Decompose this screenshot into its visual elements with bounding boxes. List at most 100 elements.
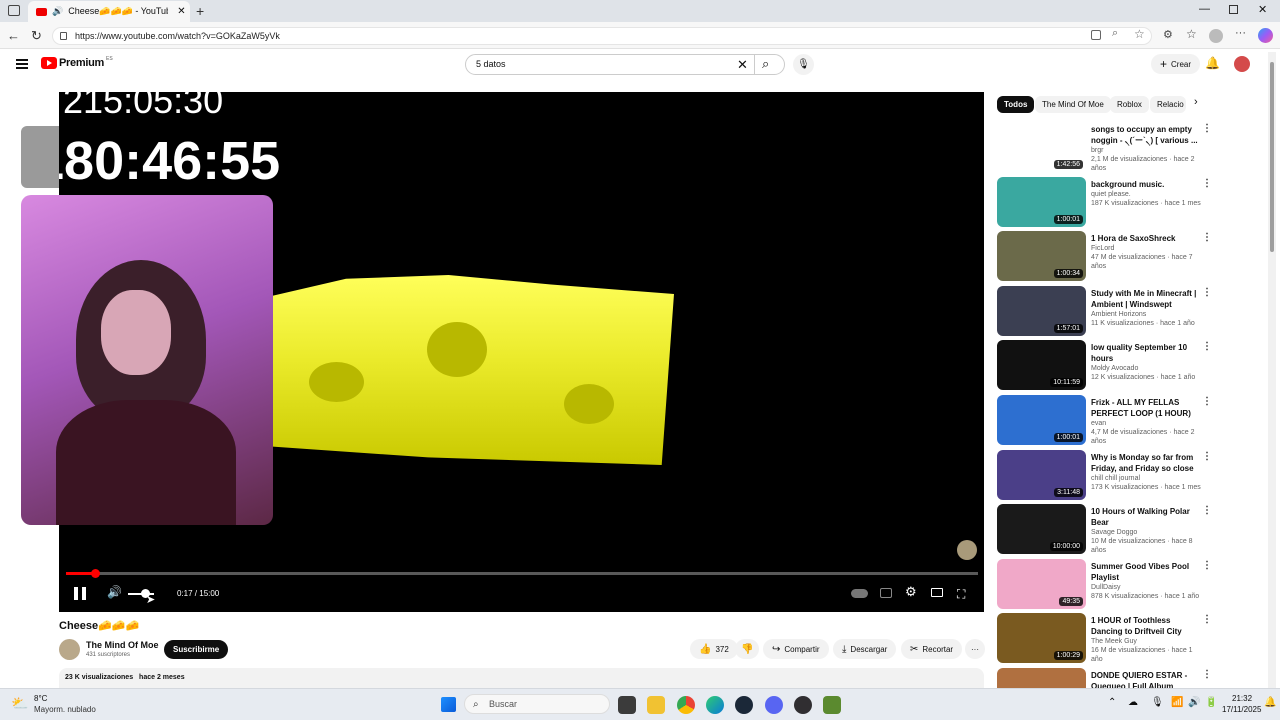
discord-icon[interactable] bbox=[765, 696, 783, 714]
tab-close-icon[interactable]: ✕ bbox=[177, 6, 185, 17]
progress-scrubber[interactable] bbox=[91, 569, 100, 578]
related-thumbnail[interactable]: 1:00:01 bbox=[997, 177, 1086, 227]
channel-watermark-icon[interactable] bbox=[957, 540, 977, 560]
channel-avatar[interactable] bbox=[59, 639, 80, 660]
theater-mode-icon[interactable] bbox=[931, 588, 943, 597]
autoplay-toggle[interactable] bbox=[851, 589, 868, 598]
related-more-icon[interactable]: ⋮ bbox=[1202, 614, 1212, 625]
related-more-icon[interactable]: ⋮ bbox=[1202, 287, 1212, 298]
task-view-icon[interactable] bbox=[618, 696, 636, 714]
related-more-icon[interactable]: ⋮ bbox=[1202, 505, 1212, 516]
related-more-icon[interactable]: ⋮ bbox=[1202, 451, 1212, 462]
refresh-icon[interactable]: ↻ bbox=[31, 28, 42, 44]
file-explorer-icon[interactable] bbox=[647, 696, 665, 714]
related-title[interactable]: Why is Monday so far from Friday, and Fr… bbox=[1091, 452, 1203, 474]
related-info[interactable]: low quality September 10 hours Moldy Avoc… bbox=[1091, 342, 1203, 382]
related-more-icon[interactable]: ⋮ bbox=[1202, 123, 1212, 134]
related-info[interactable]: songs to occupy an empty noggin - ৲(´ー`৲… bbox=[1091, 124, 1203, 173]
related-title[interactable]: 10 Hours of Walking Polar Bear bbox=[1091, 506, 1203, 528]
minecraft-icon[interactable] bbox=[823, 696, 841, 714]
favorites-bar-icon[interactable]: ☆ bbox=[1186, 27, 1197, 41]
related-thumbnail[interactable]: 3:11:48 bbox=[997, 450, 1086, 500]
related-thumbnail[interactable]: 1:57:01 bbox=[997, 286, 1086, 336]
chip-the-mind-of-moe[interactable]: The Mind Of Moe bbox=[1035, 96, 1111, 113]
obs-icon[interactable] bbox=[794, 696, 812, 714]
related-info[interactable]: Frizk - ALL MY FELLAS PERFECT LOOP (1 HO… bbox=[1091, 397, 1203, 446]
related-more-icon[interactable]: ⋮ bbox=[1202, 178, 1212, 189]
dislike-button[interactable]: 👎 bbox=[735, 639, 760, 659]
favorite-star-icon[interactable]: ☆ bbox=[1134, 27, 1145, 41]
related-title[interactable]: 1 Hora de SaxoShreck bbox=[1091, 233, 1203, 244]
minimize-icon[interactable]: — bbox=[1199, 3, 1210, 15]
create-button[interactable]: + Crear bbox=[1151, 54, 1201, 74]
related-channel[interactable]: DullDaisy bbox=[1091, 583, 1203, 592]
related-channel[interactable]: The Meek Guy bbox=[1091, 637, 1203, 646]
search-icon[interactable]: ⌕ bbox=[762, 56, 769, 72]
related-title[interactable]: Study with Me in Minecraft | Ambient | W… bbox=[1091, 288, 1203, 310]
related-more-icon[interactable]: ⋮ bbox=[1202, 232, 1212, 243]
page-scrollbar-thumb[interactable] bbox=[1270, 62, 1274, 252]
voice-search-icon[interactable]: 🎙 bbox=[793, 54, 814, 75]
clip-button[interactable]: ✂ Recortar bbox=[901, 639, 963, 659]
chrome-icon[interactable] bbox=[677, 696, 695, 714]
edge-icon[interactable] bbox=[706, 696, 724, 714]
chips-next-icon[interactable]: › bbox=[1194, 96, 1198, 108]
related-thumbnail[interactable]: 1:00:29 bbox=[997, 613, 1086, 663]
related-channel[interactable]: Savage Doggo bbox=[1091, 528, 1203, 537]
new-tab-icon[interactable]: + bbox=[196, 3, 204, 19]
related-thumbnail[interactable]: 1:00:01 bbox=[997, 395, 1086, 445]
youtube-logo[interactable]: Premium ES bbox=[41, 56, 113, 69]
related-title[interactable]: low quality September 10 hours bbox=[1091, 342, 1203, 364]
browser-menu-icon[interactable]: ··· bbox=[1235, 27, 1246, 39]
related-more-icon[interactable]: ⋮ bbox=[1202, 560, 1212, 571]
related-info[interactable]: 10 Hours of Walking Polar Bear Savage Dog… bbox=[1091, 506, 1203, 555]
related-thumbnail[interactable]: 49:35 bbox=[997, 559, 1086, 609]
related-info[interactable]: Why is Monday so far from Friday, and Fr… bbox=[1091, 452, 1203, 492]
clock-time[interactable]: 21:32 bbox=[1232, 694, 1252, 703]
description-box[interactable]: 23 K visualizaciones hace 2 meses bbox=[59, 668, 984, 690]
settings-gear-icon[interactable]: ⚙ bbox=[905, 584, 917, 600]
account-avatar[interactable] bbox=[1234, 56, 1250, 72]
related-info[interactable]: Study with Me in Minecraft | Ambient | W… bbox=[1091, 288, 1203, 328]
related-more-icon[interactable]: ⋮ bbox=[1202, 341, 1212, 352]
steam-icon[interactable] bbox=[735, 696, 753, 714]
copilot-icon[interactable] bbox=[1258, 28, 1273, 43]
notifications-bell-icon[interactable]: 🔔 bbox=[1205, 56, 1220, 70]
related-thumbnail[interactable]: 10:00:00 bbox=[997, 504, 1086, 554]
fullscreen-icon[interactable]: ⛶ bbox=[957, 587, 965, 602]
tray-chevron-icon[interactable]: ⌃ bbox=[1108, 697, 1116, 708]
tab-actions-icon[interactable] bbox=[8, 5, 20, 16]
related-title[interactable]: Summer Good Vibes Pool Playlist bbox=[1091, 561, 1203, 583]
close-window-icon[interactable]: ✕ bbox=[1258, 3, 1267, 16]
hamburger-menu-icon[interactable] bbox=[16, 59, 28, 69]
related-channel[interactable]: evan bbox=[1091, 419, 1203, 428]
maximize-icon[interactable] bbox=[1229, 5, 1238, 14]
url-field[interactable]: https://www.youtube.com/watch?v=GOKaZaW5… bbox=[52, 27, 1152, 45]
related-channel[interactable]: FicLord bbox=[1091, 244, 1203, 253]
notification-center-icon[interactable]: 🔔 bbox=[1264, 697, 1276, 708]
related-title[interactable]: Frizk - ALL MY FELLAS PERFECT LOOP (1 HO… bbox=[1091, 397, 1203, 419]
chip-roblox[interactable]: Roblox bbox=[1110, 96, 1149, 113]
share-button[interactable]: ↪ Compartir bbox=[763, 639, 829, 659]
subscribe-button[interactable]: Suscribirme bbox=[164, 640, 229, 659]
chip-related[interactable]: Relacio bbox=[1150, 96, 1186, 113]
download-button[interactable]: ⤓ Descargar bbox=[833, 639, 897, 659]
volume-icon[interactable]: 🔊 bbox=[107, 585, 122, 599]
related-channel[interactable]: chill chill journal bbox=[1091, 474, 1203, 483]
subtitles-icon[interactable] bbox=[880, 588, 892, 598]
related-channel[interactable]: brgr bbox=[1091, 146, 1203, 155]
related-info[interactable]: Summer Good Vibes Pool Playlist DullDaisy… bbox=[1091, 561, 1203, 601]
tray-battery-icon[interactable]: 🔋 bbox=[1205, 697, 1217, 708]
related-info[interactable]: 1 Hora de SaxoShreck FicLord 47 M de visua… bbox=[1091, 233, 1203, 271]
clock-date[interactable]: 17/11/2025 bbox=[1222, 705, 1261, 714]
browser-tab[interactable]: 🔊 Cheese🧀🧀🧀 - YouTube ✕ bbox=[28, 1, 190, 22]
related-thumbnail[interactable]: 1:00:34 bbox=[997, 231, 1086, 281]
progress-track[interactable] bbox=[66, 572, 978, 575]
related-more-icon[interactable]: ⋮ bbox=[1202, 669, 1212, 680]
tray-mic-icon[interactable]: 🎙 bbox=[1151, 697, 1164, 708]
related-channel[interactable]: quiet please. bbox=[1091, 190, 1203, 199]
tray-cloud-icon[interactable]: ☁ bbox=[1128, 697, 1138, 708]
clear-search-icon[interactable]: ✕ bbox=[737, 57, 748, 73]
windows-start-icon[interactable] bbox=[441, 697, 456, 712]
more-actions-icon[interactable]: ··· bbox=[965, 639, 985, 659]
